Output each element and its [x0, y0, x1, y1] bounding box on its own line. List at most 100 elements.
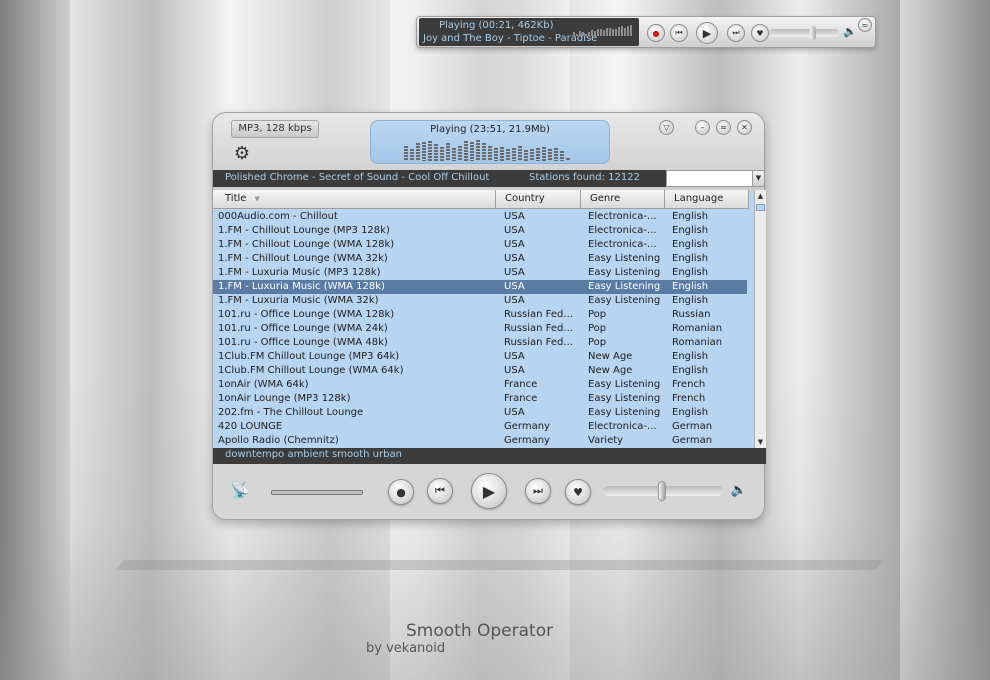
visualizer-bar [585, 34, 587, 36]
visualizer-bar [594, 31, 596, 36]
cell-title: 000Audio.com - Chillout [218, 211, 338, 222]
mini-volume-knob[interactable] [810, 26, 816, 40]
table-row[interactable]: 1.FM - Luxuria Music (WMA 32k) USA Easy Li… [213, 294, 747, 308]
link-icon: ≈ [720, 123, 727, 132]
mini-record-button[interactable]: ● [647, 24, 665, 42]
mini-favorite-button[interactable]: ♥ [751, 24, 769, 42]
column-header-language[interactable]: Language [665, 190, 749, 209]
scroll-down-icon[interactable]: ▼ [755, 436, 766, 448]
visualizer-bar [428, 141, 432, 161]
table-row[interactable]: 1Club.FM Chillout Lounge (MP3 64k) USA New… [213, 350, 747, 364]
record-button[interactable]: ● [388, 479, 414, 505]
table-row[interactable]: 1.FM - Chillout Lounge (MP3 128k) USA Elec… [213, 224, 747, 238]
cell-genre: Easy Listening [588, 295, 661, 306]
table-row[interactable]: 101.ru - Office Lounge (WMA 128k) Russian… [213, 308, 747, 322]
table-row[interactable]: 1.FM - Chillout Lounge (WMA 32k) USA Easy … [213, 252, 747, 266]
table-row[interactable]: 1.FM - Chillout Lounge (WMA 128k) USA Elec… [213, 238, 747, 252]
cell-title: 101.ru - Office Lounge (WMA 24k) [218, 323, 388, 334]
close-button[interactable]: ✕ [737, 120, 752, 135]
table-row[interactable]: 000Audio.com - Chillout USA Electronica-..… [213, 210, 747, 224]
table-row[interactable]: 420 LOUNGE Germany Electronica-... German [213, 420, 747, 434]
cell-title: 1.FM - Luxuria Music (WMA 32k) [218, 295, 379, 306]
table-scrollbar[interactable]: ▲ ▼ [754, 190, 766, 448]
mini-play-button[interactable]: ▶ [696, 22, 718, 44]
play-icon: ▶ [702, 26, 712, 40]
table-row[interactable]: Apollo Radio (Chemnitz) Germany Variety Ger… [213, 434, 747, 448]
cell-genre: Pop [588, 337, 607, 348]
visualizer-bar [500, 147, 504, 161]
next-button[interactable]: ⏭ [525, 478, 551, 504]
visualizer-bar [440, 147, 444, 161]
table-row[interactable]: 1Club.FM Chillout Lounge (WMA 64k) USA New… [213, 364, 747, 378]
table-row[interactable]: 1onAir (WMA 64k) France Easy Listening Fren… [213, 378, 747, 392]
minimize-icon: – [700, 123, 705, 132]
cell-country: USA [504, 267, 525, 278]
visualizer-bar [512, 148, 516, 161]
sort-icon: ▼ [254, 195, 260, 203]
scroll-thumb[interactable] [756, 204, 765, 211]
cell-language: English [672, 211, 709, 222]
stations-table: Title ▼ Country Genre Language 000Audio.c… [213, 190, 754, 448]
visualizer-bar [603, 30, 605, 36]
mini-next-button[interactable]: ⏭ [727, 24, 745, 42]
playing-status: Playing (23:51, 21.9Mb) [430, 124, 550, 135]
minimize-button[interactable]: – [695, 120, 710, 135]
column-header-country[interactable]: Country [496, 190, 581, 209]
antenna-icon[interactable]: 📡 [229, 480, 251, 502]
cell-country: USA [504, 225, 525, 236]
mini-status-text: Playing (00:21, 462Kb) [439, 20, 554, 31]
mini-prev-button[interactable]: ⏮ [670, 24, 688, 42]
cell-country: Russian Fed... [504, 337, 573, 348]
cell-country: USA [504, 211, 525, 222]
cell-language: English [672, 281, 709, 292]
visualizer-bar [416, 143, 420, 161]
next-icon: ⏭ [533, 484, 543, 497]
visualizer-bar [615, 29, 617, 36]
visualizer-bar [600, 29, 602, 36]
cell-country: Russian Fed... [504, 323, 573, 334]
visualizer-bar [476, 140, 480, 161]
visualizer-bar [410, 149, 414, 161]
play-button[interactable]: ▶ [471, 473, 507, 509]
favorite-button[interactable]: ♥ [565, 479, 591, 505]
table-row[interactable]: 101.ru - Office Lounge (WMA 24k) Russian … [213, 322, 747, 336]
mini-speaker-icon[interactable]: 🔈 [843, 25, 857, 38]
table-row[interactable]: 1onAir Lounge (MP3 128k) France Easy Liste… [213, 392, 747, 406]
cell-language: English [672, 267, 709, 278]
visualizer-bar [560, 151, 564, 161]
table-row[interactable]: 1.FM - Luxuria Music (MP3 128k) USA Easy L… [213, 266, 747, 280]
cell-title: 1onAir Lounge (MP3 128k) [218, 393, 351, 404]
column-header-title[interactable]: Title ▼ [213, 190, 496, 209]
visualizer-bar [422, 142, 426, 161]
background-floor [0, 520, 990, 680]
cell-country: France [504, 379, 538, 390]
scroll-up-icon[interactable]: ▲ [755, 190, 766, 202]
settings-button[interactable]: ⚙ [231, 143, 253, 165]
visualizer-bar [530, 149, 534, 161]
volume-knob[interactable] [658, 481, 666, 501]
progress-bar[interactable] [271, 490, 363, 495]
tags-bar: downtempo ambient smooth urban [213, 448, 766, 464]
cell-genre: Easy Listening [588, 407, 661, 418]
mini-expand-button[interactable]: ≈ [858, 18, 872, 32]
visualizer-bar [524, 150, 528, 161]
table-row[interactable]: 101.ru - Office Lounge (WMA 48k) Russian … [213, 336, 747, 350]
cell-genre: Electronica-... [588, 225, 657, 236]
cell-title: 1onAir (WMA 64k) [218, 379, 309, 390]
speaker-icon[interactable]: 🔈 [729, 483, 749, 501]
table-row[interactable]: 202.fm - The Chillout Lounge USA Easy List… [213, 406, 747, 420]
visualizer-bar [582, 32, 584, 36]
prev-button[interactable]: ⏮ [427, 478, 453, 504]
visualizer-bar [579, 31, 581, 36]
mini-mode-button[interactable]: ≈ [716, 120, 731, 135]
visualizer-bar [576, 34, 578, 36]
dropdown-menu-button[interactable]: ▽ [659, 120, 674, 135]
background-floor-line [115, 560, 885, 570]
column-header-genre[interactable]: Genre [581, 190, 665, 209]
search-dropdown-button[interactable]: ▼ [752, 170, 765, 187]
search-input[interactable] [666, 170, 756, 187]
cell-genre: Easy Listening [588, 253, 661, 264]
mini-volume-slider[interactable] [769, 29, 839, 37]
table-row[interactable]: 1.FM - Luxuria Music (WMA 128k) USA Easy L… [213, 280, 747, 294]
cell-title: 1.FM - Chillout Lounge (MP3 128k) [218, 225, 390, 236]
